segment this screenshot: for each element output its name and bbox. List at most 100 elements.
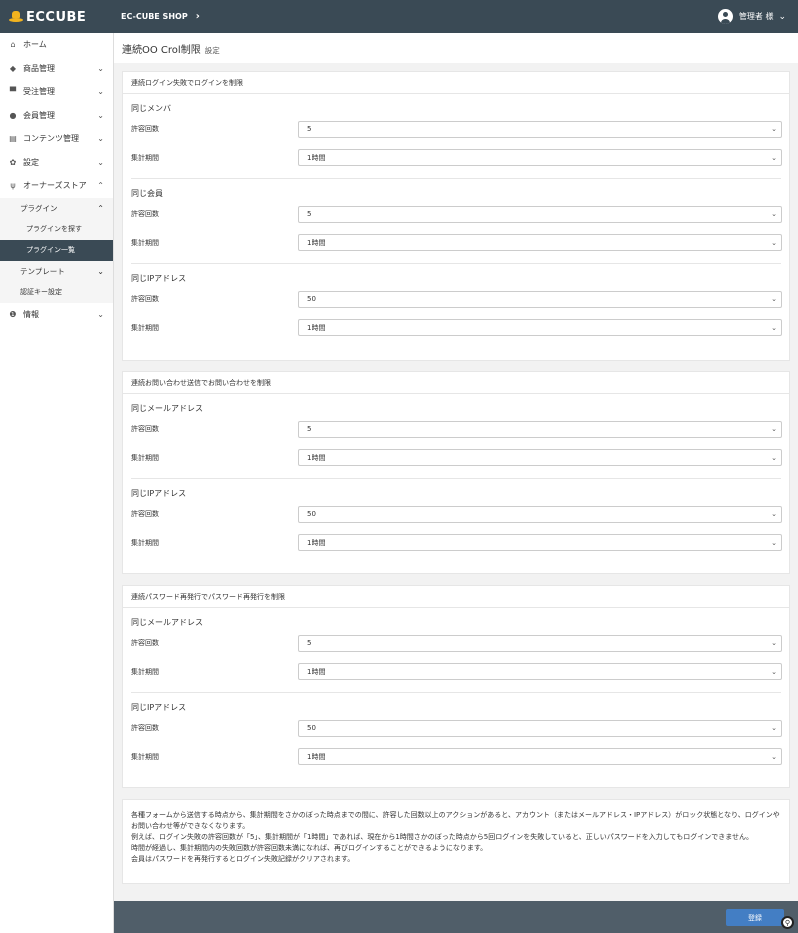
form-row: 集計期間 1時間 ⌄	[123, 444, 789, 473]
chevron-down-icon: ⌄	[97, 63, 104, 73]
select-value: 1時間	[307, 752, 326, 761]
field-label: 集計期間	[131, 752, 159, 761]
count-select[interactable]: 5 ⌄	[298, 634, 782, 652]
sidebar-item-settings[interactable]: ✿ 設定 ⌄	[0, 151, 113, 175]
form-row: 集計期間 1時間 ⌄	[123, 529, 789, 558]
form-row: 集計期間 1時間 ⌄	[123, 743, 789, 772]
sidebar-item-label: 情報	[23, 309, 39, 319]
select-value: 1時間	[307, 538, 326, 547]
select-value: 1時間	[307, 323, 326, 332]
main-content: 連続OO Crol制限 設定	[114, 33, 798, 63]
count-select[interactable]: 5 ⌄	[298, 420, 782, 438]
page-title-text: 連続OO Crol制限	[122, 44, 201, 56]
period-select[interactable]: 1時間 ⌄	[298, 748, 782, 766]
contact-limit-card: 連続お問い合わせ送信でお問い合わせを制限 同じメールアドレス 許容回数 5 ⌄ 集…	[122, 371, 790, 574]
chevron-down-icon: ⌄	[771, 453, 777, 462]
form-row: 集計期間 1時間 ⌄	[123, 144, 789, 173]
card-header: 連続お問い合わせ送信でお問い合わせを制限	[123, 372, 789, 394]
form-row: 許容回数 50 ⌄	[123, 285, 789, 314]
select-value: 5	[307, 210, 312, 219]
sidebar-item-label: 受注管理	[23, 87, 55, 97]
home-icon: ⌂	[10, 40, 16, 50]
group-title: 同じIPアドレス	[131, 489, 187, 498]
help-text: 例えば、ログイン失敗の許容回数が「5」、集計期間が「1時間」であれば、現在から1…	[131, 833, 753, 841]
divider	[131, 263, 781, 264]
select-value: 1時間	[307, 238, 326, 247]
help-text: 時間が経過し、集計期間内の失敗回数が許容回数未満になれば、再びログインすることが…	[131, 844, 488, 852]
group-title: 同じ会員	[131, 189, 163, 198]
field-label: 許容回数	[131, 125, 159, 134]
sidebar-item-label: 会員管理	[23, 110, 55, 120]
gear-icon: ✿	[9, 157, 17, 167]
chevron-down-icon: ⌄	[97, 309, 104, 319]
field-label: 許容回数	[131, 295, 159, 304]
plug-icon: ψ	[10, 181, 16, 191]
group-title: 同じメンバ	[131, 104, 171, 113]
select-value: 50	[307, 724, 316, 733]
field-label: 集計期間	[131, 153, 159, 162]
users-icon: ●	[9, 110, 17, 120]
sidebar-item-customers[interactable]: ● 会員管理 ⌄	[0, 104, 113, 128]
ec-cube-logo[interactable]: ECCUBE	[9, 9, 86, 25]
sidebar-item-template[interactable]: テンプレート ⌄	[0, 260, 113, 282]
cart-icon: ▀	[9, 87, 17, 97]
form-row: 集計期間 1時間 ⌄	[123, 314, 789, 343]
field-label: 集計期間	[131, 238, 159, 247]
group-title: 同じメールアドレス	[131, 618, 203, 627]
help-circle-icon[interactable]: ⚲	[781, 916, 794, 929]
chevron-down-icon: ⌄	[97, 87, 104, 97]
field-label: 集計期間	[131, 453, 159, 462]
field-label: 集計期間	[131, 538, 159, 547]
chevron-down-icon: ⌄	[771, 125, 777, 134]
sidebar-item-auth-key[interactable]: 認証キー設定	[0, 281, 113, 303]
shop-link-label: EC-CUBE SHOP	[121, 12, 188, 21]
select-value: 50	[307, 510, 316, 519]
period-select[interactable]: 1時間 ⌄	[298, 319, 782, 337]
sidebar-item-label: コンテンツ管理	[23, 134, 79, 144]
sidebar-item-plugin[interactable]: プラグイン ⌃	[0, 197, 113, 219]
count-select[interactable]: 5 ⌄	[298, 120, 782, 138]
chevron-down-icon: ⌄	[771, 752, 777, 761]
sidebar-item-contents[interactable]: ▤ コンテンツ管理 ⌄	[0, 127, 113, 151]
period-select[interactable]: 1時間 ⌄	[298, 449, 782, 467]
logo-text: ECCUBE	[26, 9, 87, 25]
period-select[interactable]: 1時間 ⌄	[298, 234, 782, 252]
period-select[interactable]: 1時間 ⌄	[298, 534, 782, 552]
select-value: 50	[307, 295, 316, 304]
count-select[interactable]: 50 ⌄	[298, 719, 782, 737]
chevron-down-icon: ⌄	[771, 425, 777, 434]
sidebar-item-label: オーナーズストア	[23, 181, 87, 191]
shop-link[interactable]: EC-CUBE SHOP ›	[121, 11, 200, 22]
user-menu[interactable]: 管理者 様 ⌄	[717, 9, 786, 24]
field-label: 集計期間	[131, 667, 159, 676]
sidebar-item-plugin-list[interactable]: プラグイン一覧	[0, 239, 113, 261]
form-row: 許容回数 50 ⌄	[123, 714, 789, 743]
field-label: 許容回数	[131, 639, 159, 648]
chevron-down-icon: ⌄	[771, 295, 777, 304]
save-button[interactable]: 登録	[726, 909, 784, 926]
info-icon: ❶	[9, 309, 17, 319]
count-select[interactable]: 50 ⌄	[298, 290, 782, 308]
count-select[interactable]: 50 ⌄	[298, 505, 782, 523]
form-row: 集計期間 1時間 ⌄	[123, 658, 789, 687]
sidebar-item-store[interactable]: ψ オーナーズストア ⌃	[0, 174, 113, 198]
password-reset-limit-card: 連続パスワード再発行でパスワード再発行を制限 同じメールアドレス 許容回数 5 ⌄…	[122, 585, 790, 788]
chevron-down-icon: ⌄	[97, 266, 104, 276]
card-header: 連続ログイン失敗でログインを制限	[123, 72, 789, 94]
form-row: 許容回数 5 ⌄	[123, 629, 789, 658]
period-select[interactable]: 1時間 ⌄	[298, 149, 782, 167]
sidebar-item-plugin-search[interactable]: プラグインを探す	[0, 218, 113, 240]
period-select[interactable]: 1時間 ⌄	[298, 663, 782, 681]
form-row: 許容回数 5 ⌄	[123, 115, 789, 144]
chevron-down-icon: ⌄	[771, 667, 777, 676]
chevron-down-icon: ⌄	[771, 639, 777, 648]
sidebar-item-label: 設定	[23, 157, 39, 167]
sidebar-item-orders[interactable]: ▀ 受注管理 ⌄	[0, 80, 113, 104]
sidebar-item-home[interactable]: ⌂ ホーム	[0, 33, 113, 57]
select-value: 1時間	[307, 667, 326, 676]
sidebar-item-products[interactable]: ◆ 商品管理 ⌄	[0, 57, 113, 81]
login-limit-card: 連続ログイン失敗でログインを制限 同じメンバ 許容回数 5 ⌄ 集計期間 1時間 ⌄…	[122, 71, 790, 361]
sidebar-item-info[interactable]: ❶ 情報 ⌄	[0, 303, 113, 327]
select-value: 5	[307, 125, 312, 134]
count-select[interactable]: 5 ⌄	[298, 205, 782, 223]
